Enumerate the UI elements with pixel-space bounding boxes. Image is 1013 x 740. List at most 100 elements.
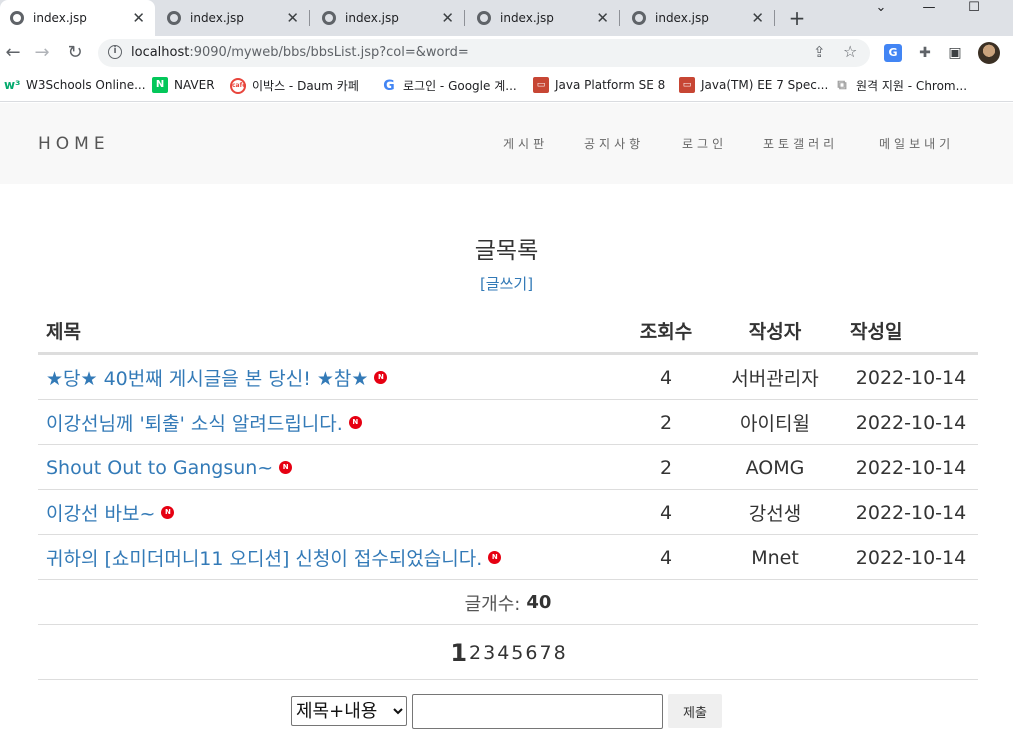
chevron-down-icon[interactable]: ⌄ <box>866 0 896 20</box>
bookmark-item[interactable]: ⧉ 원격 지원 - Chrom... <box>834 77 967 94</box>
search-column-select[interactable]: 제목+내용 <box>291 696 407 726</box>
site-brand-link[interactable]: HOME <box>38 134 110 154</box>
page-link[interactable]: 8 <box>554 642 566 664</box>
page-link[interactable]: 2 <box>469 642 481 664</box>
close-icon[interactable]: ✕ <box>751 10 764 26</box>
naver-icon: N <box>152 77 168 93</box>
minimize-icon[interactable]: — <box>914 0 944 20</box>
post-title-cell: Shout Out to Gangsun~ N <box>46 445 293 490</box>
table-row: 이강선님께 '퇴출' 소식 알려드립니다. N 2 아이티윌 2022-10-14 <box>38 399 978 444</box>
new-badge-icon: N <box>488 551 502 564</box>
extensions-puzzle-icon[interactable]: ✚ <box>916 44 934 62</box>
nav-board[interactable]: 게시판 <box>503 135 548 152</box>
post-title-cell: 이강선 바보~ N <box>46 490 175 535</box>
pagination-row: 1 2 3 4 5 6 7 8 <box>38 624 978 680</box>
browser-tab[interactable]: index.jsp ✕ <box>157 0 309 36</box>
globe-icon <box>322 11 336 25</box>
close-icon[interactable]: ✕ <box>286 10 299 26</box>
new-badge-icon: N <box>161 506 175 519</box>
oracle-icon: ▭ <box>679 77 695 93</box>
column-header-title: 제목 <box>46 321 81 343</box>
share-icon[interactable]: ⇪ <box>813 43 826 61</box>
table-header: 제목 조회수 작성자 작성일 <box>38 308 978 354</box>
pagination: 1 2 3 4 5 6 7 8 <box>38 625 978 681</box>
maximize-icon[interactable]: ☐ <box>959 0 989 20</box>
write-post-link[interactable]: [글쓰기] <box>0 273 1013 294</box>
tab-divider <box>464 10 465 26</box>
post-date: 2022-10-14 <box>855 501 967 524</box>
browser-tab[interactable]: index.jsp ✕ <box>312 0 464 36</box>
post-date: 2022-10-14 <box>855 456 967 479</box>
close-icon[interactable]: ✕ <box>596 10 609 26</box>
post-writer: 아이티윌 <box>740 413 810 435</box>
bookmark-item[interactable]: G 로그인 - Google 계... <box>381 77 516 94</box>
submit-button[interactable]: 제출 <box>668 694 722 728</box>
url-text[interactable]: localhost:9090/myweb/bbs/bbsList.jsp?col… <box>131 45 469 60</box>
page-link[interactable]: 7 <box>539 642 551 664</box>
back-arrow-icon[interactable]: ← <box>0 40 26 66</box>
bookmark-item[interactable]: ▭ Java(TM) EE 7 Spec... <box>679 77 828 93</box>
table-row: ★당★ 40번째 게시글을 본 당신! ★참★ N 4 서버관리자 2022-10… <box>38 354 978 399</box>
bookmark-item[interactable]: w³ W3Schools Online... <box>4 77 146 93</box>
site-info-icon[interactable]: i <box>108 45 122 59</box>
tab-title: index.jsp <box>33 11 87 25</box>
post-title-link[interactable]: 이강선 바보~ <box>46 499 155 526</box>
bookmark-item[interactable]: cafe 이박스 - Daum 카페 <box>230 77 359 94</box>
globe-icon <box>477 11 491 25</box>
post-writer: AOMG <box>745 456 805 479</box>
table-row: 이강선 바보~ N 4 강선생 2022-10-14 <box>38 489 978 534</box>
bookmark-label: 이박스 - Daum 카페 <box>252 79 359 93</box>
post-title-link[interactable]: ★당★ 40번째 게시글을 본 당신! ★참★ <box>46 364 368 391</box>
new-badge-icon: N <box>348 416 362 429</box>
bookmark-label: 원격 지원 - Chrom... <box>856 79 968 93</box>
profile-avatar[interactable] <box>978 42 1000 64</box>
browser-tab-strip: index.jsp ✕ index.jsp ✕ index.jsp ✕ inde… <box>0 0 1013 36</box>
browser-tab[interactable]: index.jsp ✕ <box>467 0 619 36</box>
page-link[interactable]: 6 <box>525 642 537 664</box>
reload-icon[interactable]: ↻ <box>62 40 88 66</box>
nav-photo-gallery[interactable]: 포토갤러리 <box>763 135 838 152</box>
address-bar[interactable]: i localhost:9090/myweb/bbs/bbsList.jsp?c… <box>98 39 870 67</box>
forward-arrow-icon[interactable]: → <box>29 40 55 66</box>
bookmark-star-icon[interactable]: ☆ <box>843 42 857 61</box>
post-writer: 서버관리자 <box>731 368 819 390</box>
post-table: 제목 조회수 작성자 작성일 ★당★ 40번째 게시글을 본 당신! ★참★ N … <box>38 308 978 680</box>
post-title-link[interactable]: 이강선님께 '퇴출' 소식 알려드립니다. <box>46 409 343 436</box>
bookmark-label: Java Platform SE 8 <box>555 78 666 92</box>
search-input[interactable] <box>412 693 663 729</box>
page-link[interactable]: 4 <box>497 642 509 664</box>
browser-tab[interactable]: index.jsp ✕ <box>0 0 155 36</box>
bookmark-item[interactable]: N NAVER <box>152 77 215 93</box>
close-icon[interactable]: ✕ <box>132 10 145 26</box>
browser-tab[interactable]: index.jsp ✕ <box>622 0 774 36</box>
post-views: 2 <box>659 411 673 434</box>
close-icon[interactable]: ✕ <box>441 10 454 26</box>
post-count-label: 글개수: <box>464 593 521 615</box>
nav-notice[interactable]: 공지사항 <box>584 135 644 152</box>
column-header-date: 작성일 <box>850 321 903 343</box>
bookmark-item[interactable]: ▭ Java Platform SE 8 <box>533 77 665 93</box>
new-badge-icon: N <box>374 371 388 384</box>
tab-title: index.jsp <box>655 11 709 25</box>
translate-extension-icon[interactable]: G <box>884 44 902 62</box>
page-link[interactable]: 5 <box>511 642 523 664</box>
post-title-link[interactable]: 귀하의 [쇼미더머니11 오디션] 신청이 접수되었습니다. <box>46 544 482 571</box>
globe-icon <box>10 11 24 25</box>
post-date: 2022-10-14 <box>855 546 967 569</box>
post-title-cell: ★당★ 40번째 게시글을 본 당신! ★참★ N <box>46 355 388 400</box>
post-title-link[interactable]: Shout Out to Gangsun~ <box>46 457 273 479</box>
nav-login[interactable]: 로그인 <box>682 135 727 152</box>
page-link-current[interactable]: 1 <box>450 639 467 667</box>
new-tab-button[interactable]: + <box>786 6 808 30</box>
post-views: 4 <box>659 366 673 389</box>
page-link[interactable]: 3 <box>483 642 495 664</box>
post-date: 2022-10-14 <box>855 411 967 434</box>
page-title: 글목록 <box>474 238 539 264</box>
nav-send-mail[interactable]: 메일보내기 <box>879 135 954 152</box>
tab-title: index.jsp <box>500 11 554 25</box>
search-form: 제목+내용 제출 <box>0 693 1013 729</box>
tab-divider <box>619 10 620 26</box>
new-badge-icon: N <box>279 461 293 474</box>
post-count: 글개수: 40 <box>38 580 978 625</box>
side-panel-icon[interactable]: ▣ <box>946 44 964 62</box>
